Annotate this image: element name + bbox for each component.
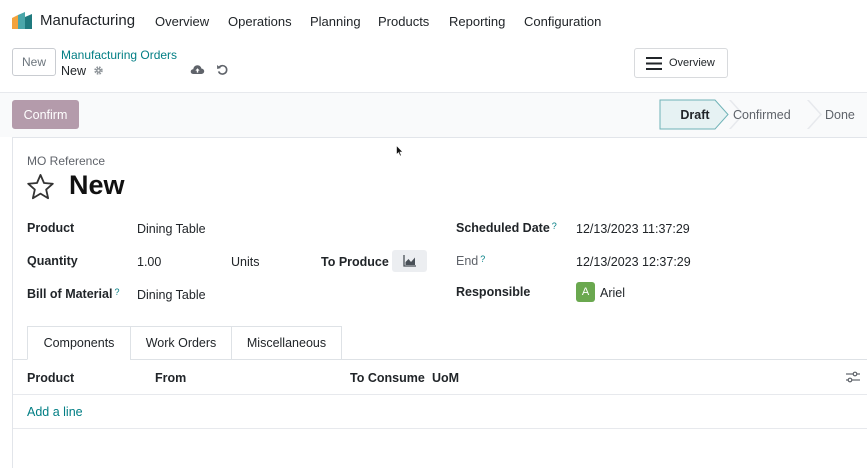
quantity-label: Quantity: [27, 254, 78, 268]
star-icon[interactable]: [26, 173, 55, 201]
record-title[interactable]: New: [69, 170, 125, 201]
menu-configuration[interactable]: Configuration: [524, 14, 601, 29]
undo-icon[interactable]: [216, 63, 229, 76]
avatar: A: [576, 282, 595, 302]
top-navbar: Manufacturing Overview Operations Planni…: [0, 0, 867, 42]
responsible-field[interactable]: Ariel: [600, 286, 625, 300]
bom-help-icon[interactable]: ?: [114, 287, 119, 297]
new-button[interactable]: New: [12, 48, 56, 76]
tab-miscellaneous[interactable]: Miscellaneous: [231, 326, 342, 360]
form-sheet: [12, 137, 867, 468]
scheduled-date-label: Scheduled Date?: [456, 221, 557, 235]
scheduled-date-help-icon[interactable]: ?: [552, 221, 557, 231]
table-bottom-divider: [13, 428, 867, 429]
confirm-button[interactable]: Confirm: [12, 100, 79, 129]
gear-icon[interactable]: [93, 65, 104, 76]
menu-products[interactable]: Products: [378, 14, 429, 29]
breadcrumb-current-record: New: [61, 64, 87, 78]
stage-draft[interactable]: Draft: [660, 100, 730, 129]
bom-field[interactable]: Dining Table: [137, 288, 206, 302]
tab-work-orders[interactable]: Work Orders: [130, 326, 232, 360]
product-label: Product: [27, 221, 75, 235]
menu-reporting[interactable]: Reporting: [449, 14, 505, 29]
add-line-link[interactable]: Add a line: [27, 405, 83, 419]
mouse-cursor-icon: [396, 145, 404, 157]
bom-label: Bill of Material?: [27, 287, 120, 301]
column-to-consume[interactable]: To Consume: [350, 371, 425, 385]
quantity-field[interactable]: 1.00: [137, 255, 161, 269]
breadcrumb-manufacturing-orders[interactable]: Manufacturing Orders: [61, 48, 177, 62]
forecast-graph-button[interactable]: [392, 250, 427, 272]
tab-components[interactable]: Components: [27, 326, 131, 360]
scheduled-date-field[interactable]: 12/13/2023 11:37:29: [576, 222, 690, 236]
table-header-divider: [13, 394, 867, 395]
overview-button-label: Overview: [669, 57, 715, 69]
app-logo-icon[interactable]: [10, 12, 34, 30]
product-field[interactable]: Dining Table: [137, 222, 206, 236]
uom-field[interactable]: Units: [231, 255, 259, 269]
mo-reference-label: MO Reference: [27, 154, 106, 168]
overview-button[interactable]: Overview: [634, 48, 728, 78]
column-options-icon[interactable]: [846, 371, 860, 383]
area-chart-icon: [403, 255, 416, 267]
responsible-label: Responsible: [456, 285, 531, 299]
column-uom[interactable]: UoM: [432, 371, 459, 385]
menu-overview[interactable]: Overview: [155, 14, 209, 29]
stage-confirmed[interactable]: Confirmed: [733, 100, 791, 129]
cloud-upload-icon[interactable]: [190, 63, 205, 76]
end-date-field[interactable]: 12/13/2023 12:37:29: [576, 255, 691, 269]
menu-planning[interactable]: Planning: [310, 14, 361, 29]
end-label: End?: [456, 254, 486, 268]
hamburger-icon: [646, 57, 662, 70]
to-produce-label: To Produce: [321, 255, 389, 269]
column-product[interactable]: Product: [27, 371, 74, 385]
end-help-icon[interactable]: ?: [480, 254, 485, 264]
app-name[interactable]: Manufacturing: [40, 12, 135, 29]
column-from[interactable]: From: [155, 371, 186, 385]
stage-done[interactable]: Done: [825, 100, 855, 129]
menu-operations[interactable]: Operations: [228, 14, 292, 29]
